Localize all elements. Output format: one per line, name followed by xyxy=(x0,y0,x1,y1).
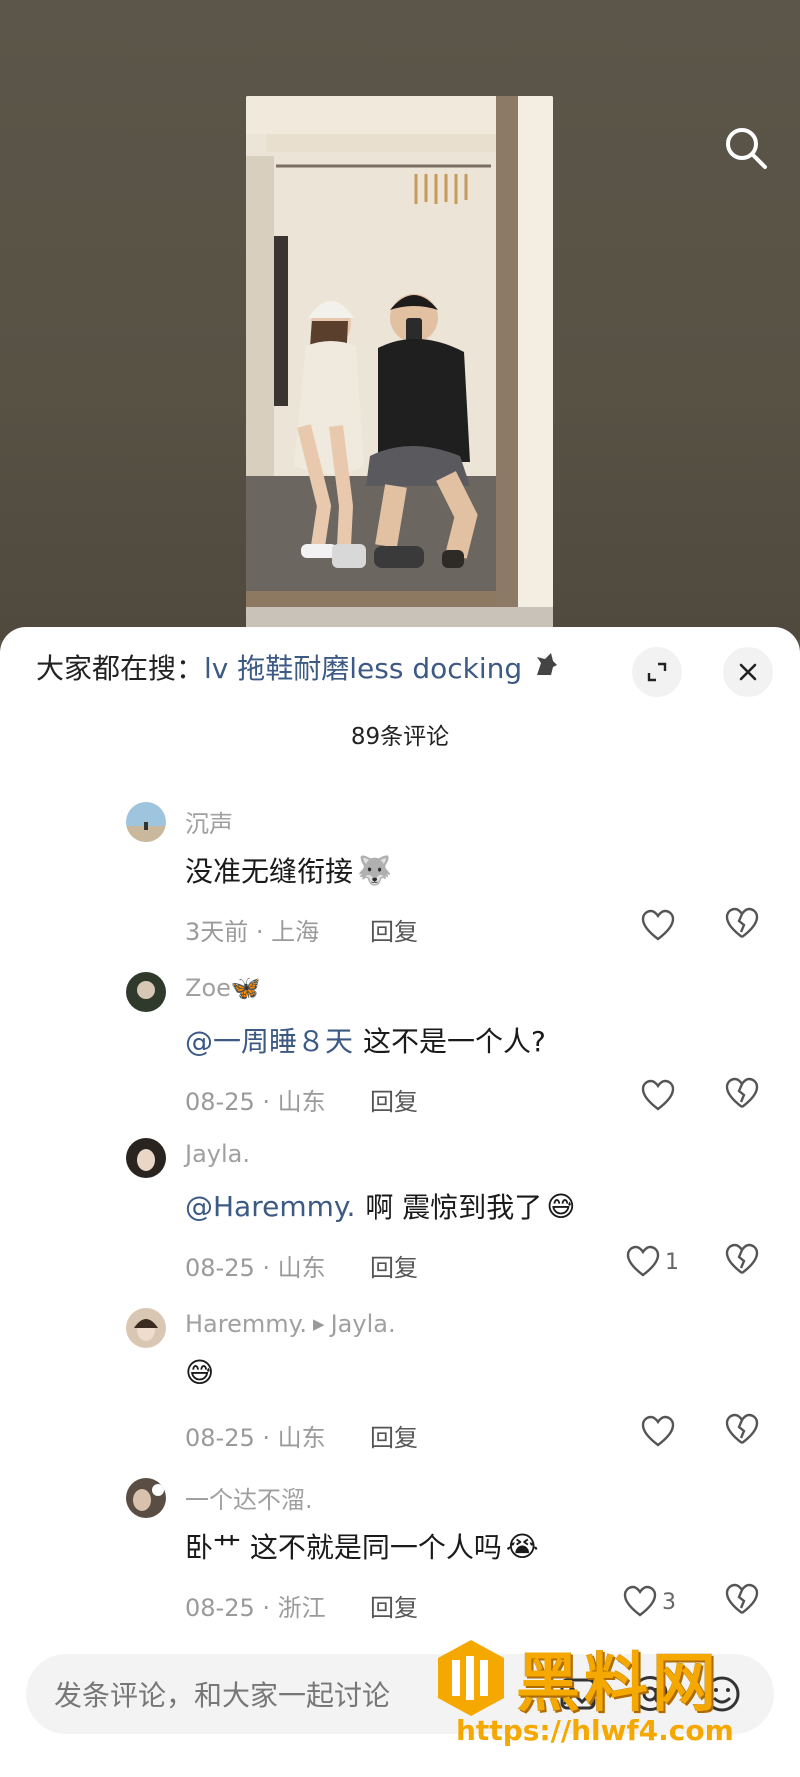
reply-button[interactable]: 回复 xyxy=(370,912,418,947)
heart-icon xyxy=(641,1079,675,1111)
like-button[interactable] xyxy=(640,906,680,946)
heart-icon xyxy=(626,1245,660,1277)
dislike-button[interactable] xyxy=(724,906,760,942)
like-button[interactable] xyxy=(640,1412,680,1452)
comment-meta: 08-25 · 山东 xyxy=(185,1254,326,1282)
horse-icon xyxy=(531,648,561,691)
search-icon xyxy=(726,128,767,169)
reply-button[interactable]: 回复 xyxy=(370,1588,418,1623)
like-button[interactable]: 1 xyxy=(625,1242,679,1282)
comment-input[interactable] xyxy=(52,1654,476,1736)
broken-heart-icon xyxy=(725,1243,759,1274)
comment-username[interactable]: Jayla. xyxy=(185,1140,250,1168)
comment-location: 上海 xyxy=(271,918,320,946)
hot-search-bar[interactable]: 大家都在搜：lv 拖鞋耐磨less docking xyxy=(36,647,596,691)
avatar[interactable] xyxy=(126,1308,166,1348)
reply-arrow-icon: ▶ xyxy=(313,1315,325,1333)
comment-time: 3天前 xyxy=(185,918,249,946)
comment-location: 山东 xyxy=(277,1254,326,1282)
comment-author[interactable]: Haremmy. xyxy=(185,1310,307,1338)
search-button[interactable] xyxy=(720,122,772,174)
avatar[interactable] xyxy=(126,802,166,842)
hot-search-query[interactable]: lv 拖鞋耐磨less docking xyxy=(204,652,522,685)
comment-text: 卧艹 这不就是同一个人吗 😭 xyxy=(185,1526,539,1566)
heart-icon xyxy=(641,1415,675,1447)
comment-text: 😅 xyxy=(185,1356,214,1389)
dislike-button[interactable] xyxy=(724,1582,760,1618)
comment-username[interactable]: 沉声 xyxy=(185,804,233,839)
reply-button[interactable]: 回复 xyxy=(370,1082,418,1117)
close-icon xyxy=(739,663,757,681)
comment-username[interactable]: 一个达不溜. xyxy=(185,1480,313,1515)
comment-username[interactable]: Zoe🦋 xyxy=(185,974,261,1002)
sweat-smile-emoji-icon: 😅 xyxy=(546,1189,576,1223)
reply-button[interactable]: 回复 xyxy=(370,1248,418,1283)
comment-time: 08-25 xyxy=(185,1594,255,1622)
broken-heart-icon xyxy=(725,1077,759,1108)
broken-heart-icon xyxy=(725,907,759,938)
like-count: 1 xyxy=(665,1249,679,1275)
wolf-emoji-icon: 🐺 xyxy=(357,853,392,887)
dislike-button[interactable] xyxy=(724,1412,760,1448)
dislike-button[interactable] xyxy=(724,1242,760,1278)
comment-meta: 08-25 · 山东 xyxy=(185,1424,326,1452)
close-button[interactable] xyxy=(723,647,773,697)
comment-text: @Haremmy. 啊 震惊到我了 😅 xyxy=(185,1186,575,1226)
video-background[interactable] xyxy=(0,0,800,640)
heart-icon xyxy=(641,909,675,941)
mention-link[interactable]: @一周睡８天 xyxy=(185,1020,353,1060)
comment-meta: 3天前 · 上海 xyxy=(185,918,320,946)
watermark-logo-icon xyxy=(438,1640,504,1716)
crying-laugh-emoji-icon: 😭 xyxy=(505,1529,539,1563)
comment-content: 啊 震惊到我了 xyxy=(365,1191,543,1224)
comment-username[interactable]: Haremmy. ▶ Jayla. xyxy=(185,1310,396,1338)
watermark-url: https://hlwf4.com xyxy=(456,1714,734,1747)
comment-meta: 08-25 · 浙江 xyxy=(185,1594,326,1622)
comment-location: 山东 xyxy=(277,1424,326,1452)
comment-location: 山东 xyxy=(277,1088,326,1116)
video-frame[interactable] xyxy=(246,96,553,630)
comment-text: @一周睡８天 这不是一个人? xyxy=(185,1020,546,1060)
avatar[interactable] xyxy=(126,1138,166,1178)
comment-meta: 08-25 · 山东 xyxy=(185,1088,326,1116)
like-button[interactable]: 3 xyxy=(622,1582,676,1622)
comment-location: 浙江 xyxy=(277,1594,326,1622)
comment-content: 卧艹 这不就是同一个人吗 xyxy=(185,1531,502,1564)
comment-content: 没准无缝衔接 xyxy=(185,855,354,888)
mention-link[interactable]: @Haremmy. xyxy=(185,1190,355,1223)
like-count: 3 xyxy=(662,1589,676,1615)
expand-icon xyxy=(647,662,667,682)
like-button[interactable] xyxy=(640,1076,680,1116)
comment-text: 没准无缝衔接 🐺 xyxy=(185,850,392,890)
sweat-smile-emoji-icon: 😅 xyxy=(185,1356,215,1389)
comment-time: 08-25 xyxy=(185,1424,255,1452)
reply-target[interactable]: Jayla. xyxy=(331,1310,396,1338)
broken-heart-icon xyxy=(725,1583,759,1614)
watermark: 黑料网 https://hlwf4.com xyxy=(436,1632,766,1754)
comment-count: 89条评论 xyxy=(350,724,450,750)
comment-time: 08-25 xyxy=(185,1254,255,1282)
heart-icon xyxy=(623,1585,657,1617)
dislike-button[interactable] xyxy=(724,1076,760,1112)
hot-search-prefix: 大家都在搜： xyxy=(36,652,205,685)
expand-button[interactable] xyxy=(632,647,682,697)
watermark-text: 黑料网 xyxy=(516,1647,720,1721)
broken-heart-icon xyxy=(725,1413,759,1444)
avatar[interactable] xyxy=(126,1478,166,1518)
comment-time: 08-25 xyxy=(185,1088,255,1116)
reply-button[interactable]: 回复 xyxy=(370,1418,418,1453)
avatar[interactable] xyxy=(126,972,166,1012)
comment-content: 这不是一个人? xyxy=(363,1025,546,1058)
